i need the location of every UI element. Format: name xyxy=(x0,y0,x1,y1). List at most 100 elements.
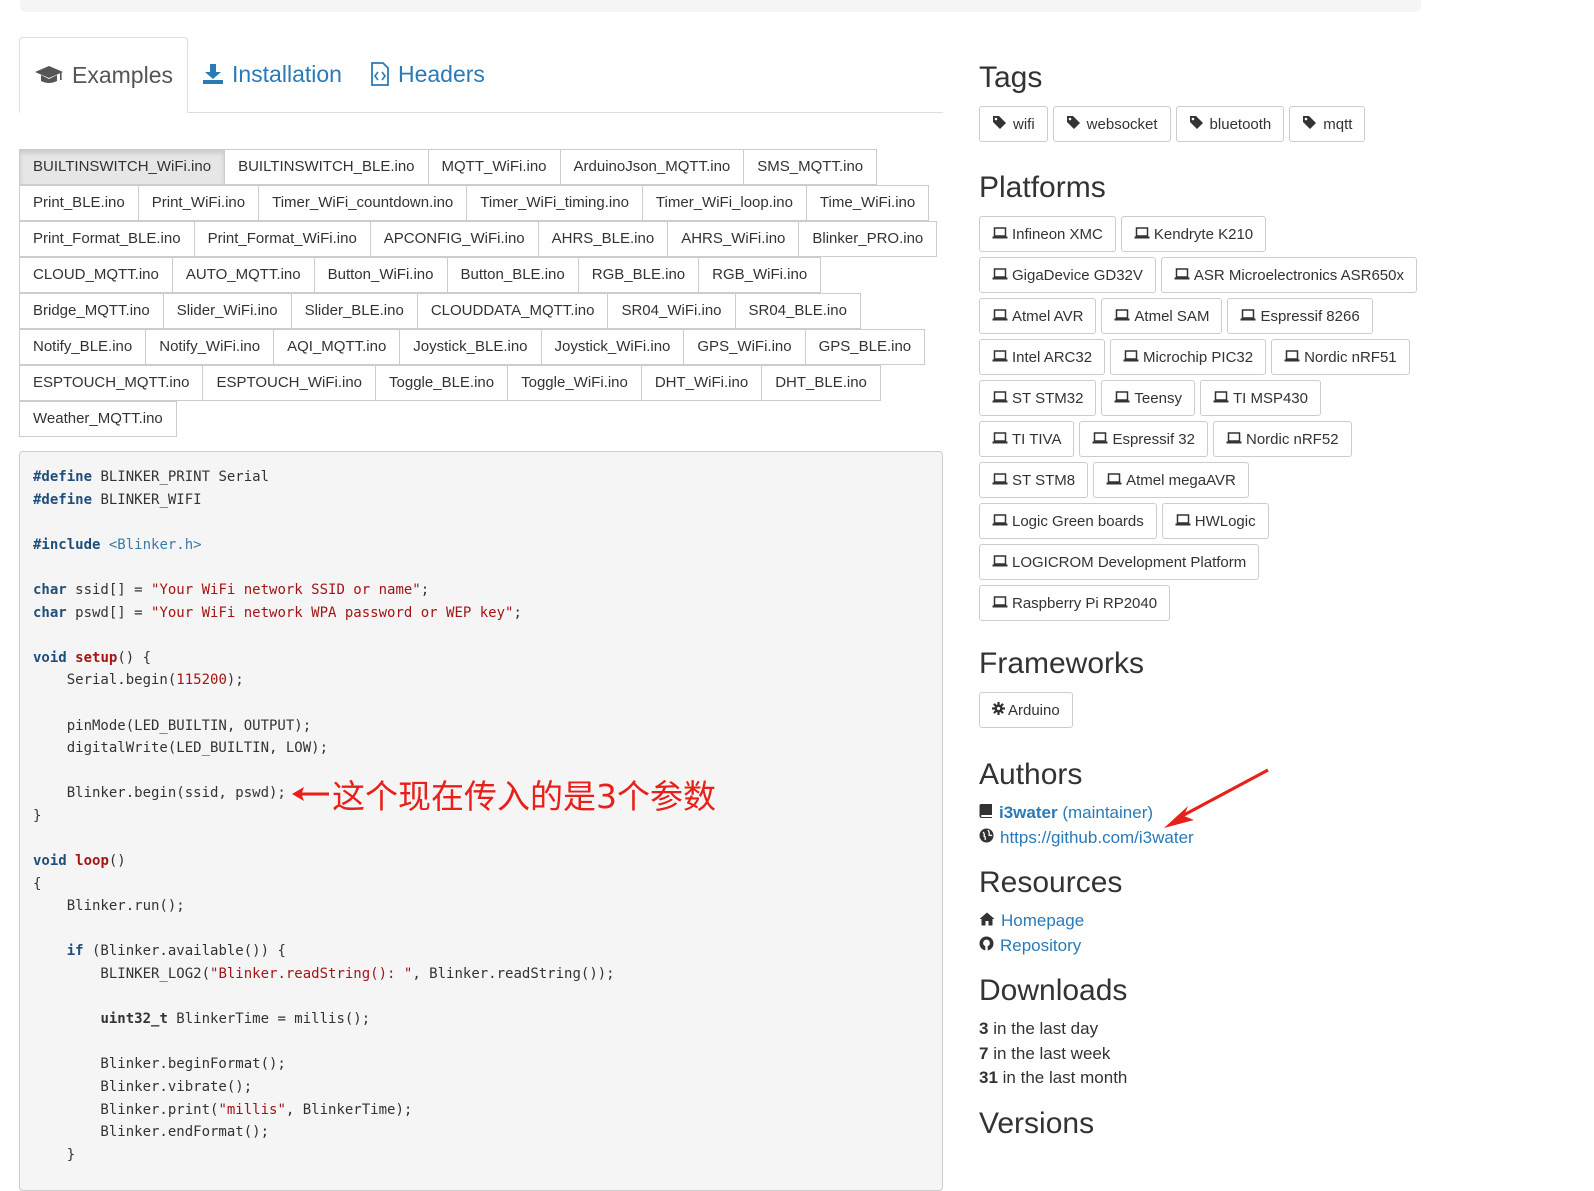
platform-chip[interactable]: Espressif 32 xyxy=(1079,421,1208,457)
file-button[interactable]: ESPTOUCH_WiFi.ino xyxy=(202,365,377,401)
file-button[interactable]: GPS_BLE.ino xyxy=(804,329,926,365)
author-url-entry: https://github.com/i3water xyxy=(979,826,1579,851)
code-token: BlinkerTime = millis(); xyxy=(167,1011,371,1028)
platform-chip[interactable]: Atmel SAM xyxy=(1101,298,1223,334)
tab-installation[interactable]: Installation xyxy=(188,36,356,112)
platform-row: ST STM32 Teensy TI MSP430 xyxy=(979,380,1579,416)
file-button[interactable]: Timer_WiFi_countdown.ino xyxy=(258,185,468,221)
platform-chip[interactable]: Nordic nRF51 xyxy=(1271,339,1410,375)
platform-chip[interactable]: Nordic nRF52 xyxy=(1213,421,1352,457)
platform-chip[interactable]: Microchip PIC32 xyxy=(1110,339,1267,375)
platform-chip[interactable]: Espressif 8266 xyxy=(1227,298,1373,334)
file-button[interactable]: DHT_BLE.ino xyxy=(761,365,881,401)
file-button[interactable]: GPS_WiFi.ino xyxy=(683,329,806,365)
platform-chip[interactable]: Atmel AVR xyxy=(979,298,1097,334)
file-button[interactable]: Notify_BLE.ino xyxy=(19,329,147,365)
authors-heading: Authors xyxy=(979,758,1083,791)
file-button[interactable]: Joystick_BLE.ino xyxy=(399,329,542,365)
file-button[interactable]: Slider_WiFi.ino xyxy=(162,293,292,329)
laptop-icon xyxy=(1106,472,1122,489)
platform-label: ST STM32 xyxy=(1012,389,1084,407)
file-button[interactable]: ESPTOUCH_MQTT.ino xyxy=(19,365,204,401)
file-button[interactable]: Bridge_MQTT.ino xyxy=(19,293,164,329)
file-button[interactable]: AQI_MQTT.ino xyxy=(273,329,401,365)
download-count: 31 xyxy=(979,1068,998,1087)
platform-chip[interactable]: Intel ARC32 xyxy=(979,339,1106,375)
framework-chip[interactable]: Arduino xyxy=(979,692,1073,728)
platform-chip[interactable]: Teensy xyxy=(1101,380,1195,416)
tag-chip[interactable]: wifi xyxy=(979,106,1048,142)
file-button[interactable]: Print_Format_BLE.ino xyxy=(19,221,195,257)
file-button[interactable]: CLOUD_MQTT.ino xyxy=(19,257,173,293)
file-button[interactable]: DHT_WiFi.ino xyxy=(640,365,763,401)
file-row: BUILTINSWITCH_WiFi.ino BUILTINSWITCH_BLE.… xyxy=(19,149,943,185)
file-button[interactable]: Toggle_WiFi.ino xyxy=(507,365,642,401)
file-button[interactable]: Time_WiFi.ino xyxy=(805,185,930,221)
file-button[interactable]: Print_WiFi.ino xyxy=(137,185,260,221)
file-button[interactable]: Notify_WiFi.ino xyxy=(145,329,275,365)
book-icon xyxy=(979,801,993,826)
code-line: void setup() { xyxy=(33,647,929,670)
file-button[interactable]: BUILTINSWITCH_WiFi.ino xyxy=(19,149,226,185)
tag-chip[interactable]: bluetooth xyxy=(1175,106,1285,142)
file-button[interactable]: Button_WiFi.ino xyxy=(313,257,448,293)
platform-chip[interactable]: HWLogic xyxy=(1161,503,1269,539)
repository-link[interactable]: Repository xyxy=(1000,934,1081,959)
tag-chip[interactable]: mqtt xyxy=(1289,106,1366,142)
file-button[interactable]: AHRS_WiFi.ino xyxy=(667,221,800,257)
code-token: ; xyxy=(513,604,522,621)
download-period: in the last month xyxy=(997,1068,1128,1087)
file-button[interactable]: CLOUDDATA_MQTT.ino xyxy=(416,293,609,329)
platform-chip[interactable]: TI TIVA xyxy=(979,421,1075,457)
file-button[interactable]: Blinker_PRO.ino xyxy=(798,221,938,257)
platform-chip[interactable]: Infineon XMC xyxy=(979,216,1116,252)
platform-chip[interactable]: ST STM8 xyxy=(979,462,1089,498)
homepage-link[interactable]: Homepage xyxy=(1001,909,1084,934)
file-button[interactable]: AUTO_MQTT.ino xyxy=(171,257,315,293)
resource-repository: Repository xyxy=(979,934,1579,959)
file-button[interactable]: Slider_BLE.ino xyxy=(290,293,418,329)
file-button[interactable]: RGB_WiFi.ino xyxy=(698,257,822,293)
code-token: "Your WiFi network WPA password or WEP k… xyxy=(151,604,514,621)
platform-chip[interactable]: GigaDevice GD32V xyxy=(979,257,1156,293)
file-button[interactable]: APCONFIG_WiFi.ino xyxy=(369,221,539,257)
platform-chip[interactable]: ST STM32 xyxy=(979,380,1097,416)
file-button[interactable]: Print_BLE.ino xyxy=(19,185,139,221)
file-button[interactable]: Print_Format_WiFi.ino xyxy=(193,221,371,257)
tab-examples[interactable]: Examples xyxy=(19,37,188,113)
file-button[interactable]: SR04_WiFi.ino xyxy=(607,293,736,329)
file-button[interactable]: BUILTINSWITCH_BLE.ino xyxy=(224,149,429,185)
file-button[interactable]: RGB_BLE.ino xyxy=(577,257,700,293)
graduation-cap-icon xyxy=(34,64,64,86)
file-button[interactable]: Timer_WiFi_timing.ino xyxy=(466,185,643,221)
file-button[interactable]: Weather_MQTT.ino xyxy=(19,401,177,437)
file-button[interactable]: AHRS_BLE.ino xyxy=(537,221,669,257)
platform-chip[interactable]: LOGICROM Development Platform xyxy=(979,544,1260,580)
platform-chip[interactable]: Kendryte K210 xyxy=(1120,216,1267,252)
tag-icon xyxy=(1302,115,1317,134)
platform-chip[interactable]: Logic Green boards xyxy=(979,503,1157,539)
platform-row: Infineon XMC Kendryte K210 xyxy=(979,216,1579,252)
code-token: , Blinker.readString()); xyxy=(412,966,615,983)
tab-headers[interactable]: Headers xyxy=(356,36,499,112)
file-button[interactable]: SR04_BLE.ino xyxy=(734,293,861,329)
laptop-icon xyxy=(1175,513,1191,530)
file-button[interactable]: Joystick_WiFi.ino xyxy=(540,329,685,365)
file-button[interactable]: SMS_MQTT.ino xyxy=(743,149,878,185)
file-button[interactable]: Button_BLE.ino xyxy=(446,257,579,293)
code-token: setup xyxy=(75,649,118,666)
file-button[interactable]: Toggle_BLE.ino xyxy=(375,365,509,401)
code-token: Blinker.endFormat(); xyxy=(33,1124,270,1141)
author-link[interactable]: i3water (maintainer) xyxy=(999,801,1153,826)
file-button[interactable]: MQTT_WiFi.ino xyxy=(427,149,561,185)
platform-chip[interactable]: ASR Microelectronics ASR650x xyxy=(1160,257,1417,293)
platform-chip[interactable]: Atmel megaAVR xyxy=(1093,462,1249,498)
file-button[interactable]: Timer_WiFi_loop.ino xyxy=(641,185,807,221)
platform-chip[interactable]: TI MSP430 xyxy=(1199,380,1321,416)
file-button[interactable]: ArduinoJson_MQTT.ino xyxy=(559,149,745,185)
platform-chip[interactable]: Raspberry Pi RP2040 xyxy=(979,585,1171,621)
tag-chip[interactable]: websocket xyxy=(1052,106,1171,142)
